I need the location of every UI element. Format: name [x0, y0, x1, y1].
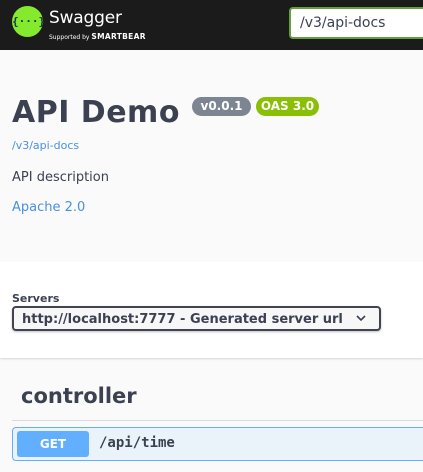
version-badge: v0.0.1 [192, 97, 251, 116]
servers-section: Servers http://localhost:7777 - Generate… [0, 261, 423, 358]
logo-subtitle: Supported by SMARTBEAR [49, 32, 146, 41]
page-title: API Demo [12, 95, 180, 130]
servers-label: Servers [12, 292, 60, 305]
spec-link[interactable]: /v3/api-docs [12, 139, 79, 152]
info-section: API Demo v0.0.1 OAS 3.0 /v3/api-docs API… [0, 50, 423, 261]
api-description: API description [12, 170, 109, 185]
servers-select[interactable]: http://localhost:7777 - Generated server… [12, 306, 381, 331]
logo-wordmark[interactable]: Swagger [49, 8, 122, 28]
spec-url-input[interactable] [289, 7, 423, 39]
logo-sub-brand: SMARTBEAR [91, 32, 146, 41]
tag-divider [12, 420, 423, 421]
chevron-down-icon [356, 315, 366, 322]
license-link[interactable]: Apache 2.0 [12, 200, 85, 215]
oas-badge: OAS 3.0 [256, 97, 319, 116]
operation-get-api-time[interactable]: GET /api/time [12, 427, 423, 461]
method-badge: GET [17, 431, 89, 457]
logo-sub-prefix: Supported by [49, 34, 90, 41]
tag-controller-title[interactable]: controller [21, 384, 137, 408]
swagger-logo-icon[interactable]: {···} [12, 6, 45, 37]
topbar: {···} Swagger Supported by SMARTBEAR [0, 0, 423, 50]
servers-selected-value: http://localhost:7777 - Generated server… [22, 312, 343, 327]
operation-path: /api/time [99, 435, 175, 451]
